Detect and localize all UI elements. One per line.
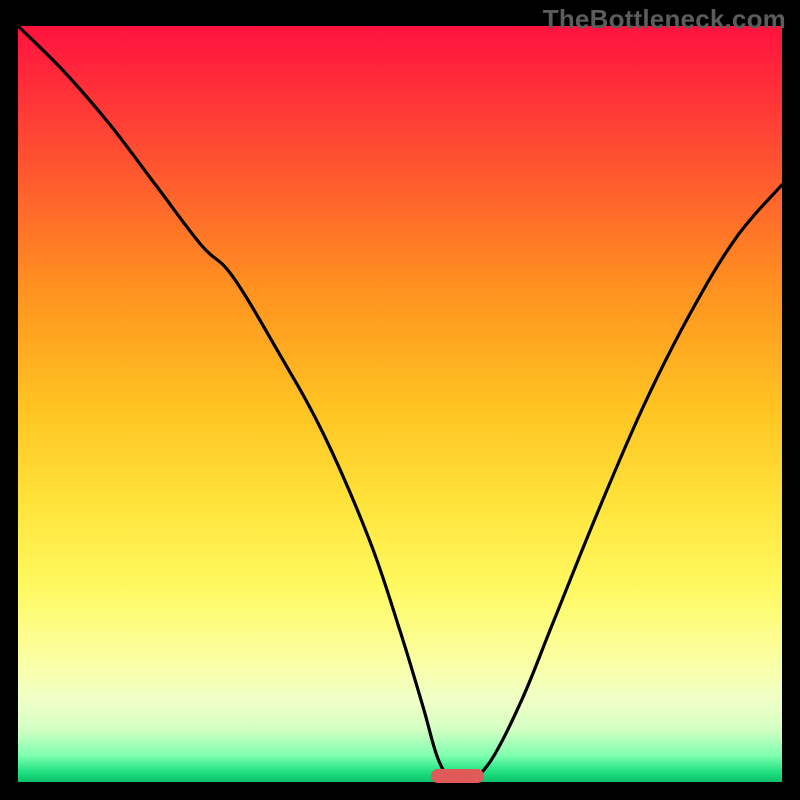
watermark-text: TheBottleneck.com xyxy=(543,4,786,35)
chart-frame: TheBottleneck.com xyxy=(0,0,800,800)
optimal-marker xyxy=(431,769,484,783)
bottleneck-curve xyxy=(18,26,782,782)
plot-area xyxy=(18,26,782,782)
